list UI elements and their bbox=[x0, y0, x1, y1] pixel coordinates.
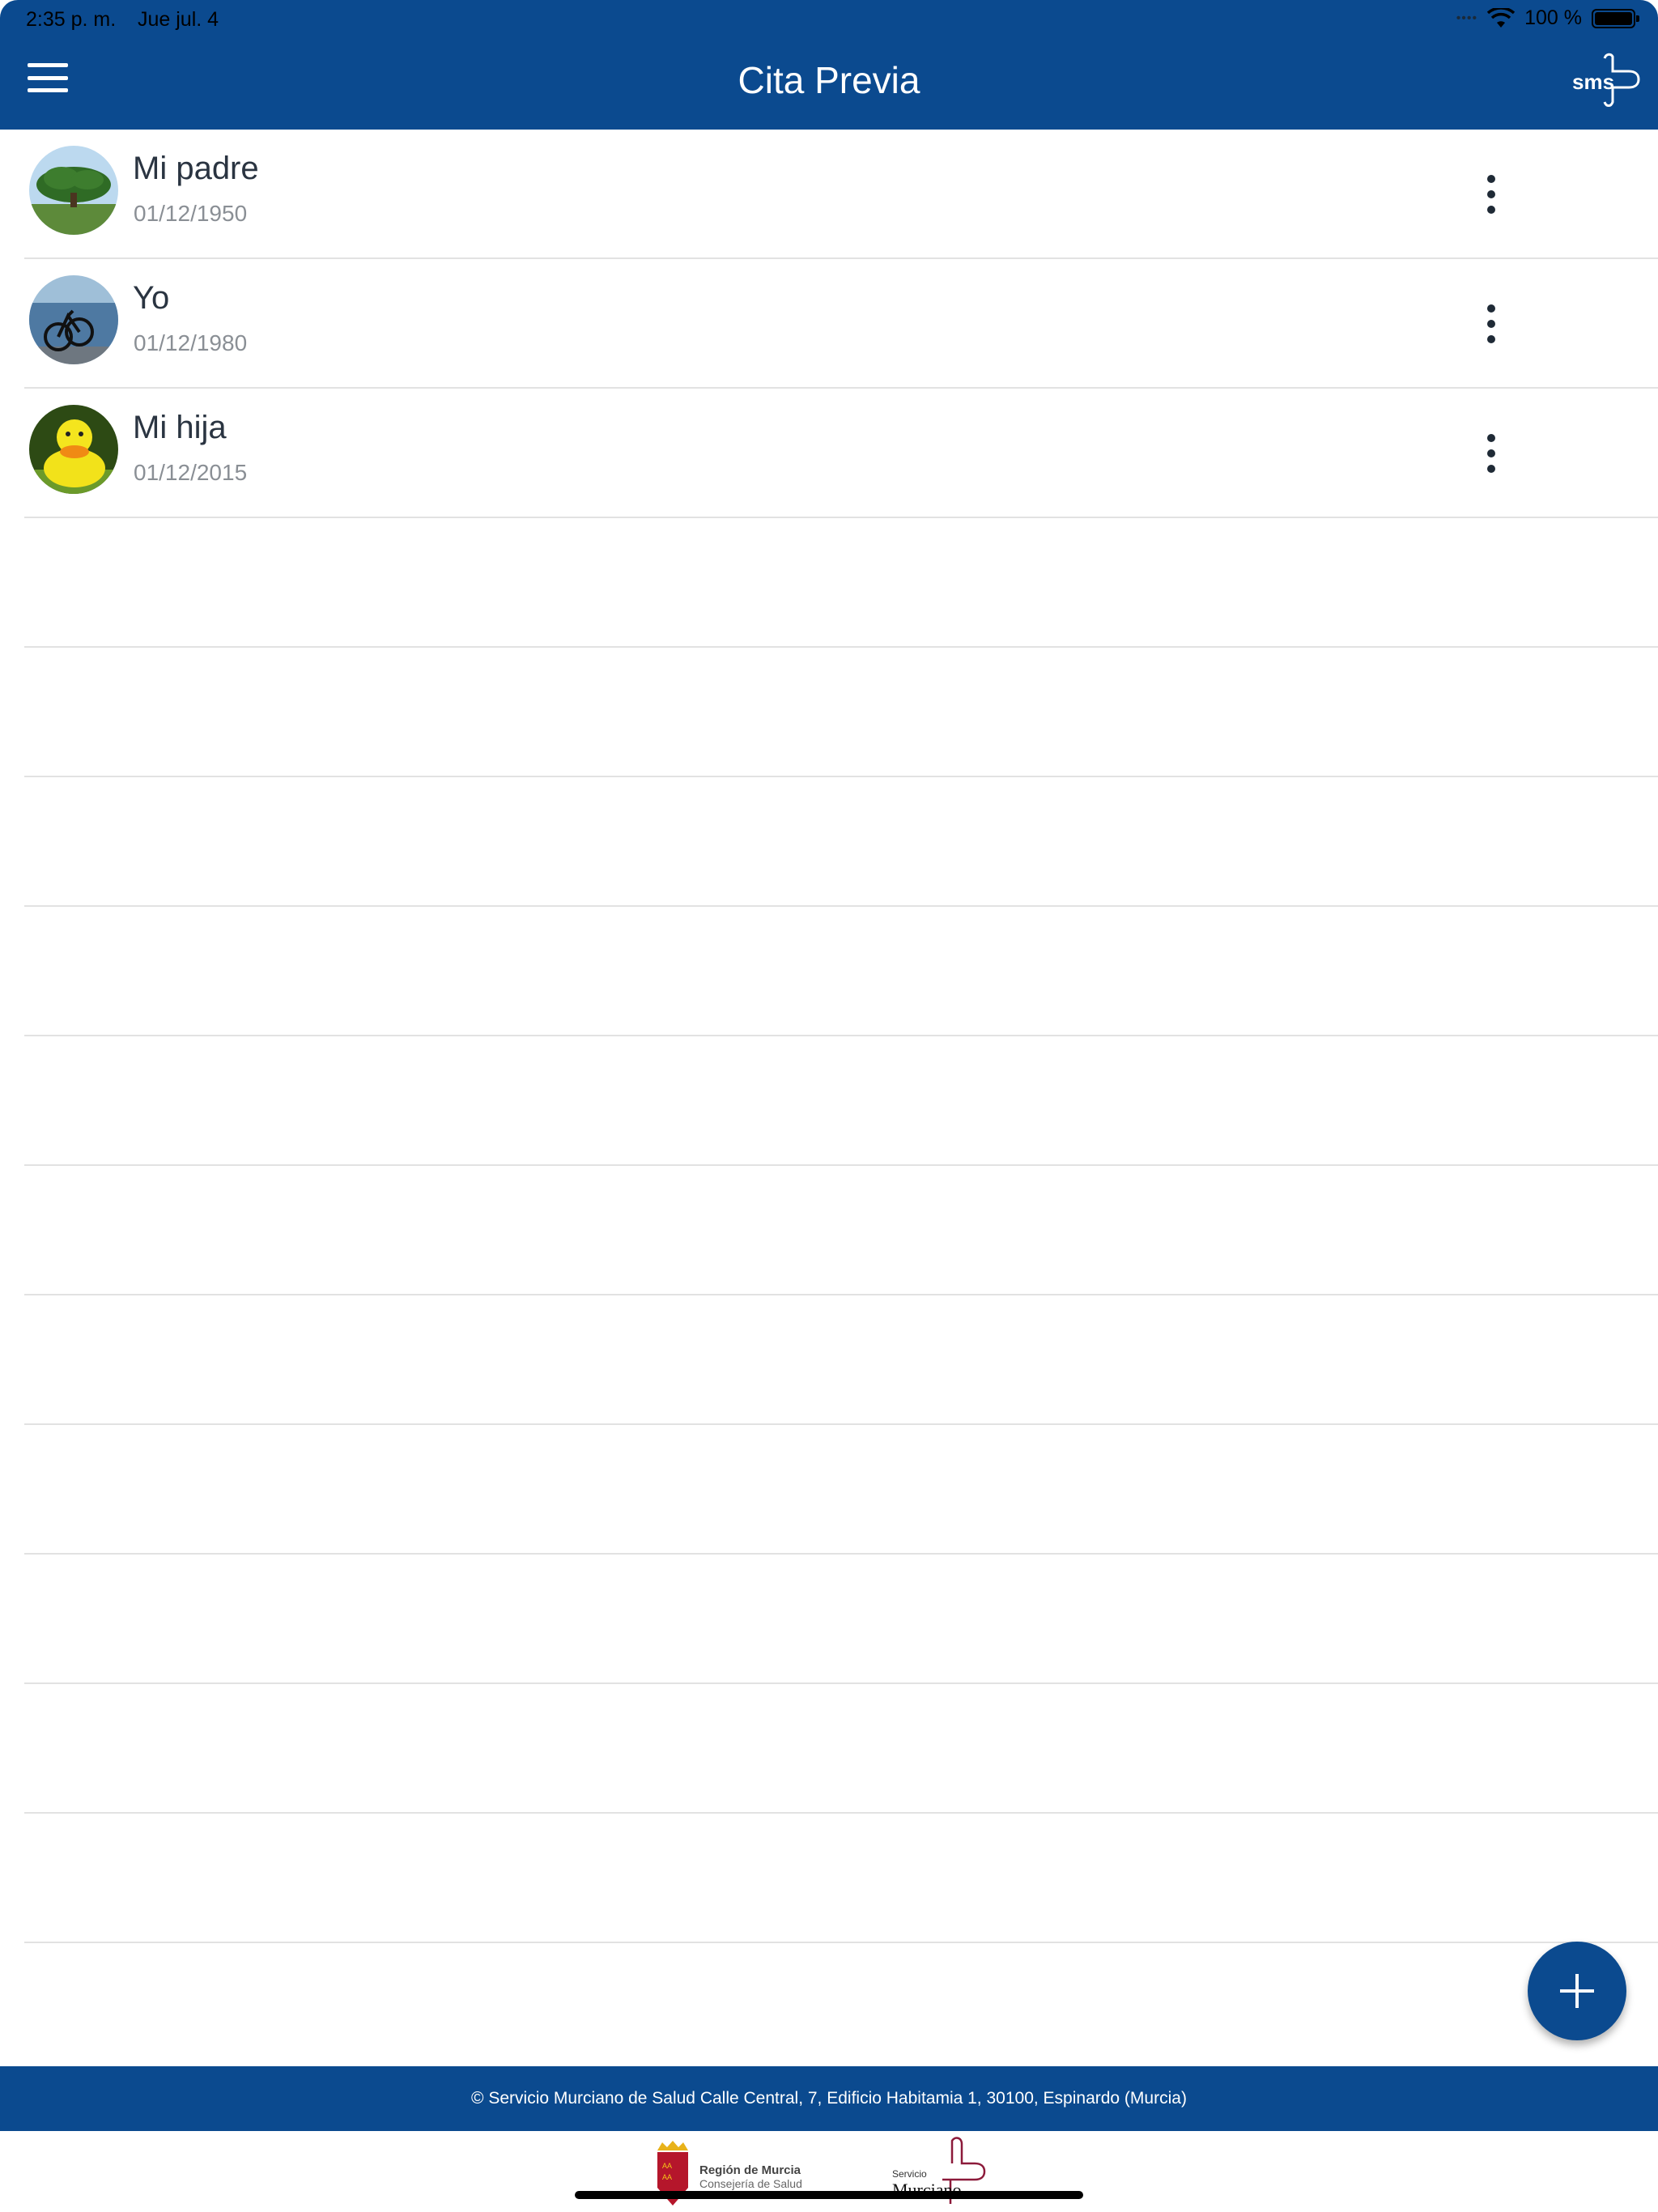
profile-birthdate: 01/12/2015 bbox=[134, 460, 248, 485]
empty-row bbox=[24, 1425, 1658, 1555]
wifi-icon bbox=[1487, 7, 1516, 28]
battery-icon bbox=[1592, 8, 1639, 28]
empty-row bbox=[24, 777, 1658, 907]
profile-name: Mi hija bbox=[133, 410, 227, 445]
page-title: Cita Previa bbox=[738, 59, 920, 101]
plus-icon bbox=[1560, 1974, 1594, 2008]
region-logo-title: Región de Murcia bbox=[699, 2163, 801, 2177]
sms-logo-line1: Servicio bbox=[892, 2168, 927, 2180]
empty-row bbox=[24, 1943, 1658, 2073]
home-indicator bbox=[575, 2191, 1083, 2199]
status-date: Jue jul. 4 bbox=[138, 8, 219, 31]
empty-row bbox=[24, 518, 1658, 648]
footer-copyright: © Servicio Murciano de Salud Calle Centr… bbox=[0, 2066, 1658, 2131]
more-options-icon[interactable] bbox=[1482, 304, 1501, 343]
svg-text:sms: sms bbox=[1572, 70, 1614, 94]
empty-row bbox=[24, 1684, 1658, 1814]
empty-row bbox=[24, 648, 1658, 777]
empty-row bbox=[24, 1036, 1658, 1166]
more-options-icon[interactable] bbox=[1482, 175, 1501, 214]
profile-name: Yo bbox=[133, 280, 170, 316]
app-header: 2:35 p. m. Jue jul. 4 •••• 100 % Cita Pr… bbox=[0, 0, 1658, 130]
profile-birthdate: 01/12/1950 bbox=[134, 201, 248, 226]
signal-icon: •••• bbox=[1456, 11, 1478, 25]
profile-row[interactable]: Yo 01/12/1980 bbox=[24, 259, 1658, 389]
status-time: 2:35 p. m. bbox=[26, 8, 117, 31]
battery-percent: 100 % bbox=[1524, 6, 1582, 29]
empty-row bbox=[24, 1166, 1658, 1295]
profile-row[interactable]: Mi hija 01/12/2015 bbox=[24, 389, 1658, 518]
svg-text:AA: AA bbox=[662, 2162, 672, 2170]
empty-row bbox=[24, 907, 1658, 1036]
profile-birthdate: 01/12/1980 bbox=[134, 330, 248, 355]
profile-name: Mi padre bbox=[133, 151, 259, 186]
bicycle-avatar-icon bbox=[29, 275, 118, 364]
add-profile-button[interactable] bbox=[1528, 1942, 1626, 2040]
rubber-duck-avatar-icon bbox=[29, 405, 118, 494]
footer-logos: AA AA Región de Murcia Consejería de Sal… bbox=[0, 2131, 1658, 2212]
tree-avatar-icon bbox=[29, 146, 118, 235]
status-indicators: •••• 100 % bbox=[1456, 6, 1639, 30]
profile-row[interactable]: Mi padre 01/12/1950 bbox=[24, 130, 1658, 259]
empty-row bbox=[24, 1555, 1658, 1684]
status-bar: 2:35 p. m. Jue jul. 4 •••• 100 % bbox=[0, 0, 1658, 39]
more-options-icon[interactable] bbox=[1482, 434, 1501, 473]
empty-row bbox=[24, 1295, 1658, 1425]
sms-logo-icon[interactable]: sms bbox=[1571, 50, 1643, 107]
svg-text:AA: AA bbox=[662, 2173, 672, 2181]
profile-list: Mi padre 01/12/1950 Yo 01/12/1980 Mi hij… bbox=[24, 130, 1658, 2073]
empty-row bbox=[24, 1814, 1658, 1943]
region-logo-subtitle: Consejería de Salud bbox=[699, 2177, 802, 2190]
